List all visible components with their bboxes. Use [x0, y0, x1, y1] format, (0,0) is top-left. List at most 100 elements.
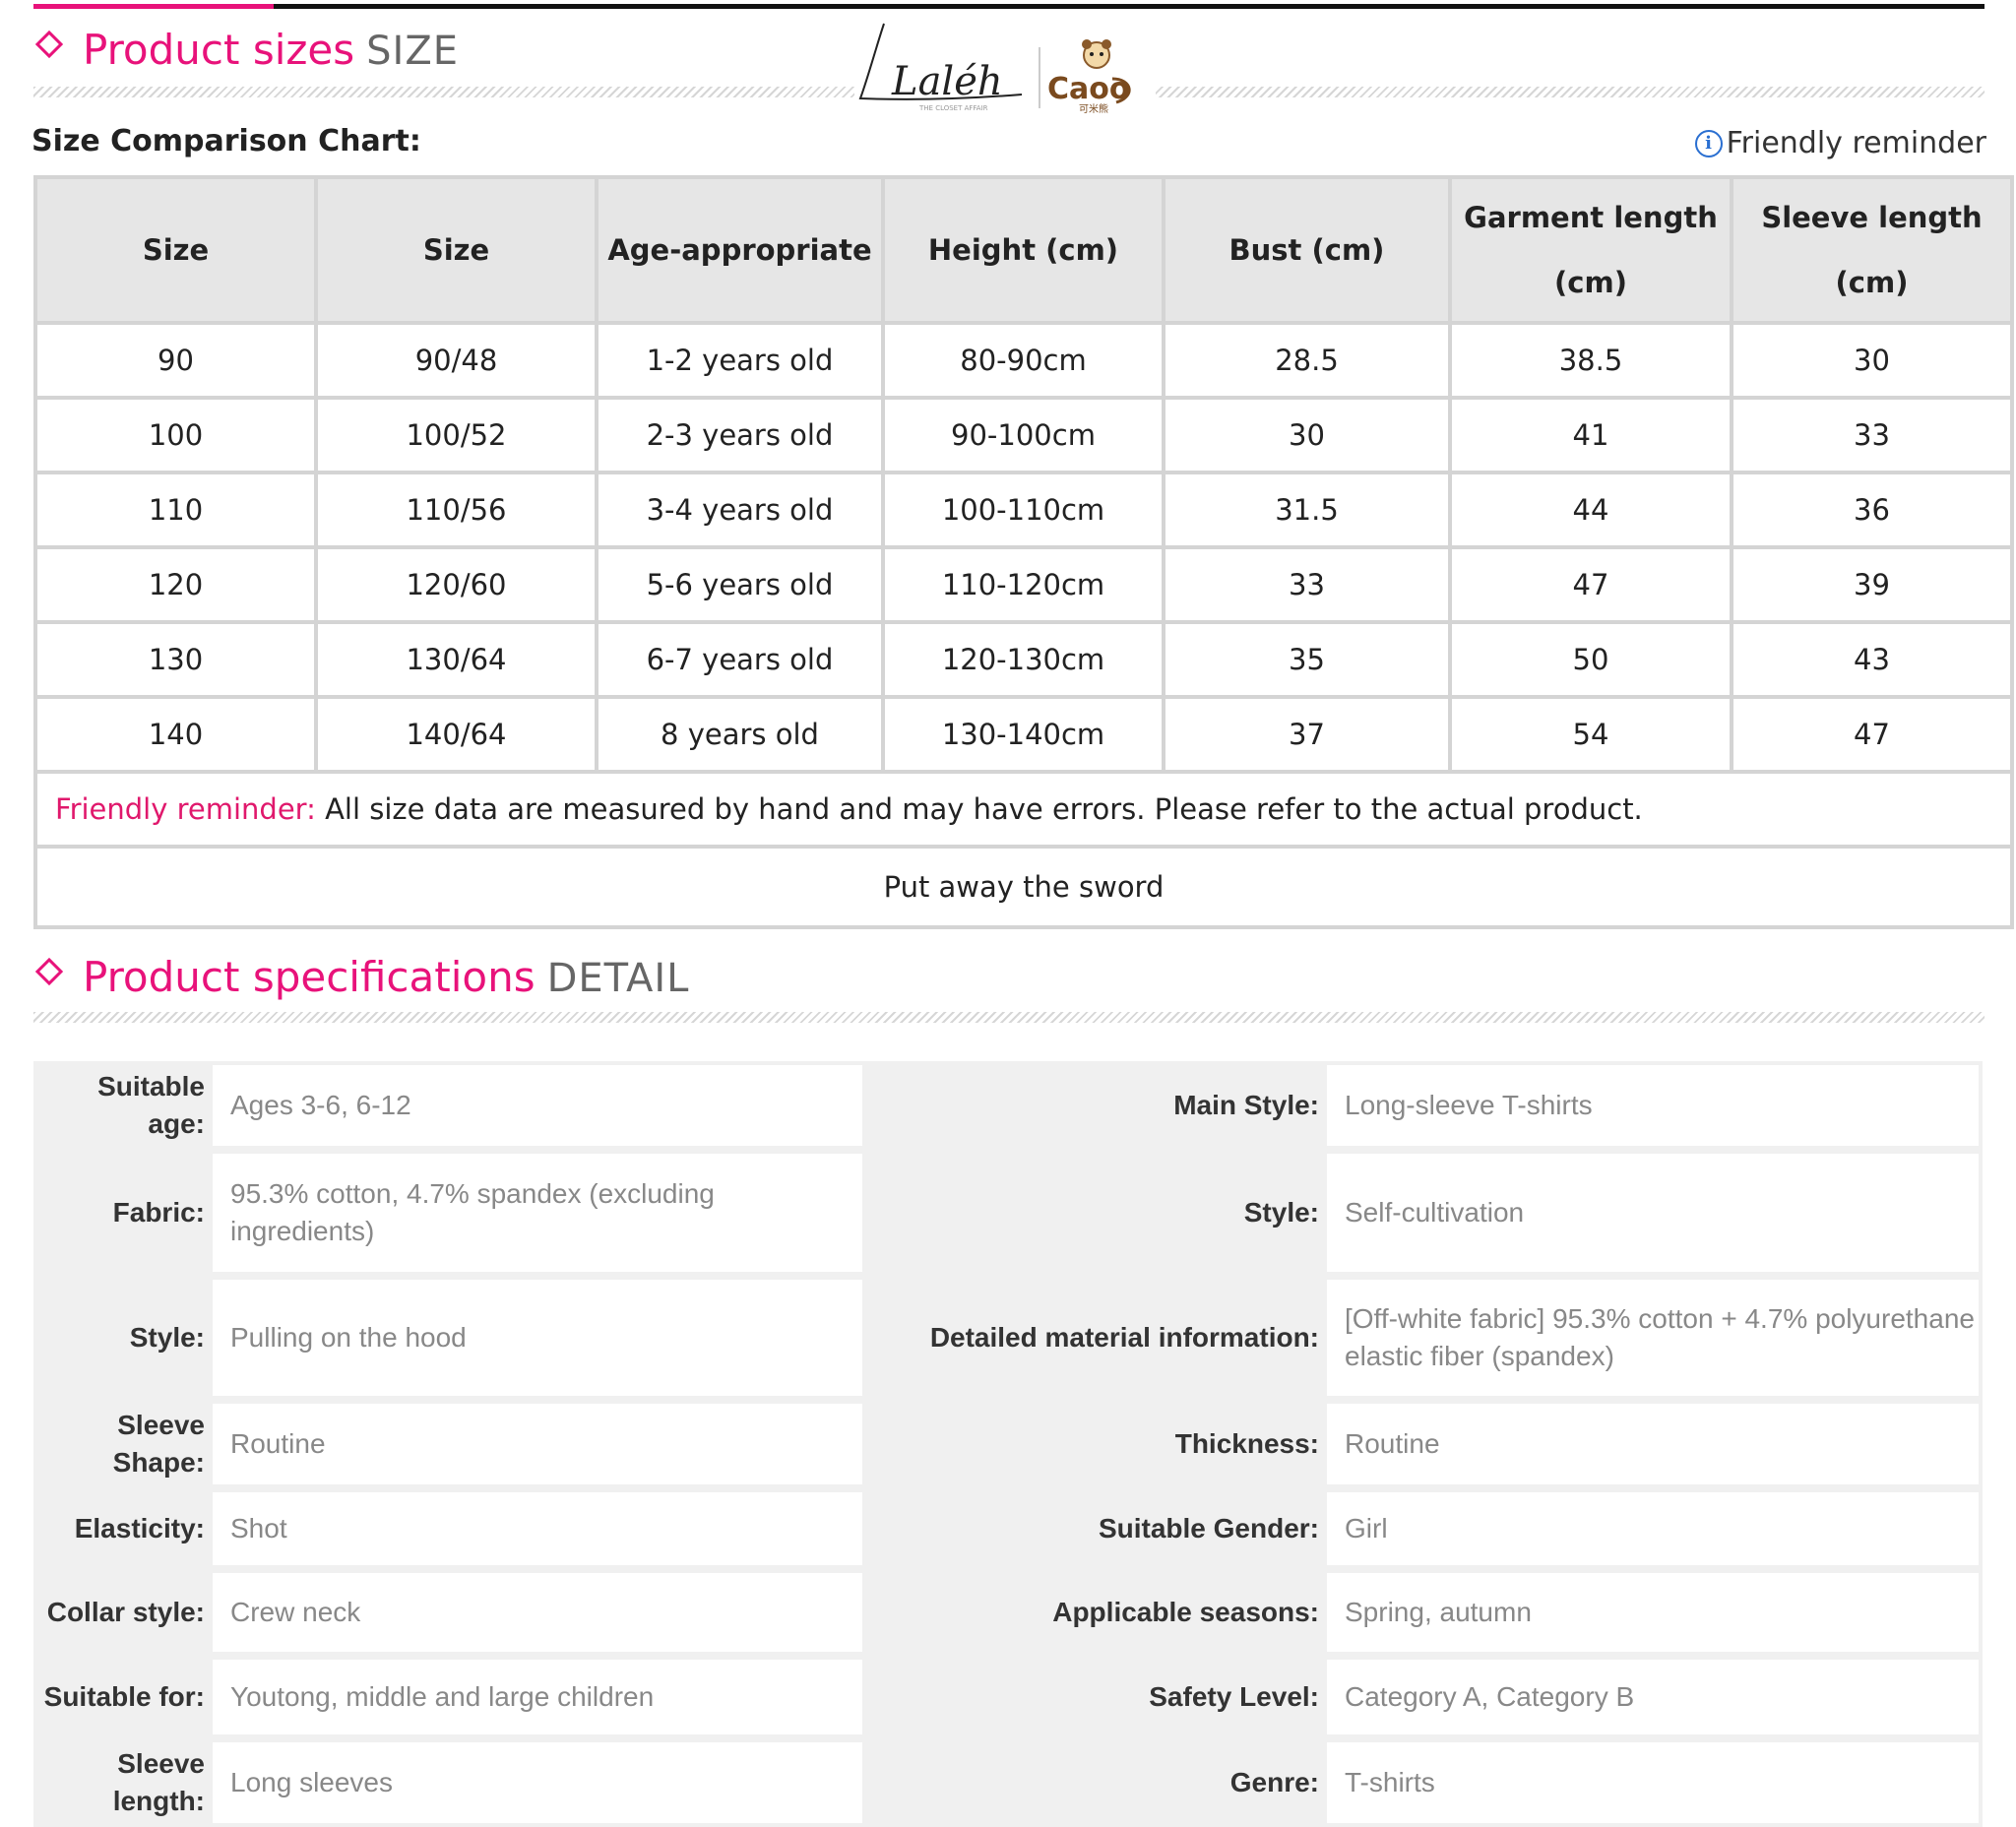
table-row: 120 120/60 5-6 years old 110-120cm 33 47…: [37, 549, 2010, 620]
logo-tagline-text: THE CLOSET AFFAIR: [918, 104, 988, 112]
size-note-cell: Friendly reminder: All size data are mea…: [37, 774, 2010, 845]
size-table: Size Size Age-appropriate Height (cm) Bu…: [33, 175, 2014, 929]
spec-key: Collar style:: [33, 1569, 209, 1656]
spec-key: Elasticity:: [33, 1488, 209, 1569]
table-cell: 43: [1733, 624, 2010, 695]
table-row: 100 100/52 2-3 years old 90-100cm 30 41 …: [37, 400, 2010, 471]
logo-cn-text: 可米熊: [1079, 102, 1108, 114]
spec-value: Youtong, middle and large children: [209, 1656, 870, 1738]
table-cell: 80-90cm: [885, 325, 1162, 396]
spec-key: Detailed material information:: [870, 1276, 1323, 1400]
size-table-header-row: Size Size Age-appropriate Height (cm) Bu…: [37, 179, 2010, 321]
spec-row: Collar style: Crew neck Applicable seaso…: [33, 1569, 1983, 1656]
friendly-reminder-label: Friendly reminder: [1726, 126, 1986, 160]
table-cell: 36: [1733, 474, 2010, 545]
table-row: 130 130/64 6-7 years old 120-130cm 35 50…: [37, 624, 2010, 695]
table-row: 90 90/48 1-2 years old 80-90cm 28.5 38.5…: [37, 325, 2010, 396]
top-divider-accent: [33, 4, 274, 9]
size-section-header: Product sizes SIZE: [33, 26, 459, 85]
spec-value: Shot: [209, 1488, 870, 1569]
spec-value: Self-cultivation: [1323, 1150, 1983, 1276]
spec-value: Ages 3-6, 6-12: [209, 1061, 870, 1150]
table-cell: 90: [37, 325, 314, 396]
table-cell: 31.5: [1166, 474, 1448, 545]
table-cell: 6-7 years old: [598, 624, 881, 695]
table-cell: 54: [1452, 699, 1730, 770]
spec-value: 95.3% cotton, 4.7% spandex (excluding in…: [209, 1150, 870, 1276]
spec-value: Long sleeves: [209, 1738, 870, 1827]
column-header: Garment length (cm): [1452, 179, 1730, 321]
size-note-text: All size data are measured by hand and m…: [315, 792, 1643, 826]
table-row: 140 140/64 8 years old 130-140cm 37 54 4…: [37, 699, 2010, 770]
table-cell: 30: [1166, 400, 1448, 471]
size-section-subtitle: SIZE: [366, 29, 460, 74]
spec-value: T-shirts: [1323, 1738, 1983, 1827]
table-cell: 120-130cm: [885, 624, 1162, 695]
table-row: 110 110/56 3-4 years old 100-110cm 31.5 …: [37, 474, 2010, 545]
size-chart-label: Size Comparison Chart:: [32, 124, 421, 158]
table-cell: 90/48: [318, 325, 595, 396]
table-cell: 110/56: [318, 474, 595, 545]
table-cell: 47: [1733, 699, 2010, 770]
spec-key: Main Style:: [870, 1061, 1323, 1150]
spec-key: Safety Level:: [870, 1656, 1323, 1738]
logo-laleh-text: Laléh: [891, 59, 1003, 104]
spec-value: Crew neck: [209, 1569, 870, 1656]
spec-row: Sleeve length: Long sleeves Genre: T-shi…: [33, 1738, 1983, 1827]
spec-key: Suitable age:: [33, 1061, 209, 1150]
table-cell: 110: [37, 474, 314, 545]
table-cell: 33: [1733, 400, 2010, 471]
spec-value: Girl: [1323, 1488, 1983, 1569]
spec-key: Thickness:: [870, 1400, 1323, 1488]
table-cell: 100-110cm: [885, 474, 1162, 545]
info-icon: i: [1694, 129, 1723, 158]
spec-key: Fabric:: [33, 1150, 209, 1276]
spec-key: Genre:: [870, 1738, 1323, 1827]
top-divider: [33, 4, 1984, 9]
table-cell: 8 years old: [598, 699, 881, 770]
diamond-icon: [34, 957, 64, 986]
spec-row: Sleeve Shape: Routine Thickness: Routine: [33, 1400, 1983, 1488]
spec-value: [Off-white fabric] 95.3% cotton + 4.7% p…: [1323, 1276, 1983, 1400]
table-cell: 39: [1733, 549, 2010, 620]
spec-key: Applicable seasons:: [870, 1569, 1323, 1656]
spec-key: Sleeve Shape:: [33, 1400, 209, 1488]
spec-table-container: Suitable age: Ages 3-6, 6-12 Main Style:…: [33, 1061, 1983, 1827]
spec-section-title: Product specifications: [83, 953, 536, 1001]
table-cell: 140/64: [318, 699, 595, 770]
size-footer-row: Put away the sword: [37, 849, 2010, 925]
size-table-container: Size Size Age-appropriate Height (cm) Bu…: [33, 175, 2014, 929]
friendly-reminder-link[interactable]: i Friendly reminder: [1694, 126, 1986, 160]
column-header: Size: [37, 179, 314, 321]
table-cell: 47: [1452, 549, 1730, 620]
column-header: Age-appropriate: [598, 179, 881, 321]
column-header: Sleeve length (cm): [1733, 179, 2010, 321]
spec-value: Routine: [1323, 1400, 1983, 1488]
spec-row: Suitable age: Ages 3-6, 6-12 Main Style:…: [33, 1061, 1983, 1150]
spec-key: Suitable Gender:: [870, 1488, 1323, 1569]
spec-row: Elasticity: Shot Suitable Gender: Girl: [33, 1488, 1983, 1569]
table-cell: 110-120cm: [885, 549, 1162, 620]
size-note-row: Friendly reminder: All size data are mea…: [37, 774, 2010, 845]
table-cell: 38.5: [1452, 325, 1730, 396]
table-cell: 30: [1733, 325, 2010, 396]
table-cell: 120: [37, 549, 314, 620]
table-cell: 2-3 years old: [598, 400, 881, 471]
spec-section-subtitle: DETAIL: [546, 956, 690, 1001]
table-cell: 140: [37, 699, 314, 770]
column-header: Bust (cm): [1166, 179, 1448, 321]
table-cell: 90-100cm: [885, 400, 1162, 471]
size-note-key: Friendly reminder:: [55, 792, 316, 826]
section-hatch-divider: [33, 1012, 1984, 1023]
table-cell: 37: [1166, 699, 1448, 770]
table-cell: 130/64: [318, 624, 595, 695]
spec-section-header: Product specifications DETAIL: [33, 953, 689, 1012]
table-cell: 33: [1166, 549, 1448, 620]
diamond-icon: [34, 30, 64, 59]
table-cell: 41: [1452, 400, 1730, 471]
spec-key: Style:: [870, 1150, 1323, 1276]
spec-row: Style: Pulling on the hood Detailed mate…: [33, 1276, 1983, 1400]
table-cell: 28.5: [1166, 325, 1448, 396]
column-header: Height (cm): [885, 179, 1162, 321]
spec-value: Long-sleeve T-shirts: [1323, 1061, 1983, 1150]
